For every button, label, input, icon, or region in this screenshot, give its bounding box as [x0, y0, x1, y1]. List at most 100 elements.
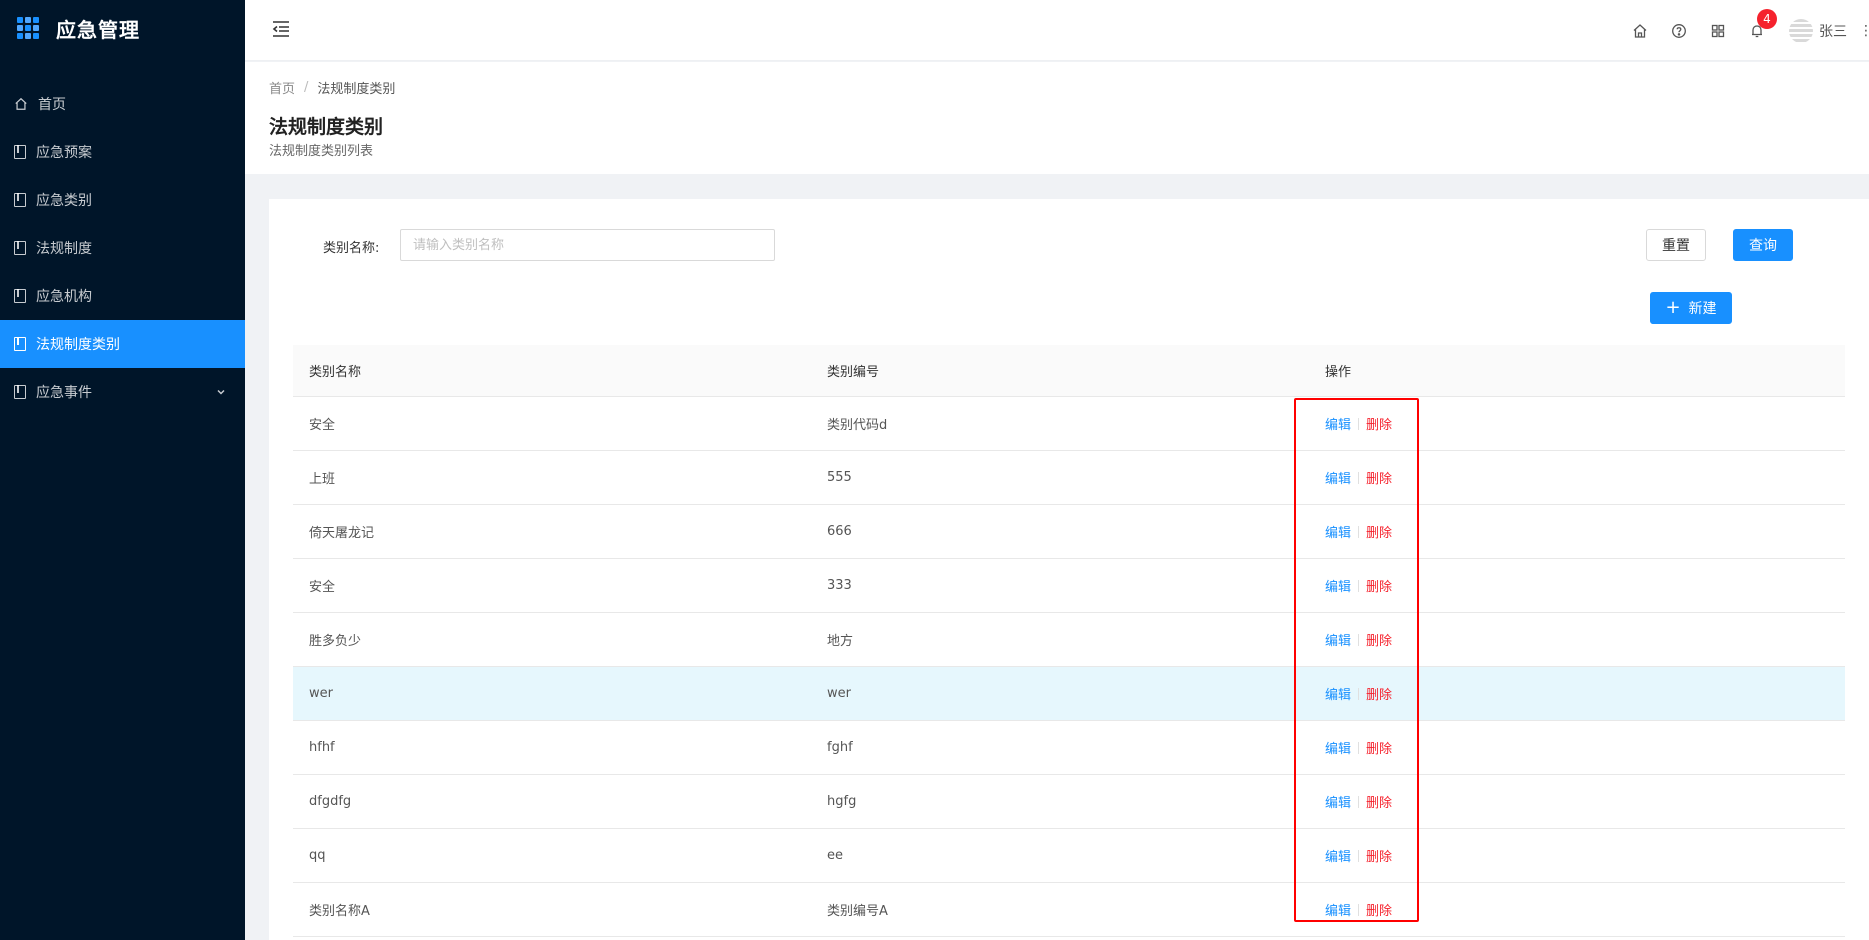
- app-logo[interactable]: 应急管理: [0, 0, 245, 56]
- cell-category-name: dfgdfg: [309, 794, 352, 809]
- category-name-label: 类别名称:: [323, 241, 380, 256]
- help-icon[interactable]: [1669, 21, 1689, 41]
- notification-bell-icon[interactable]: 4: [1747, 8, 1777, 41]
- cell-category-code: 666: [827, 524, 852, 539]
- file-icon: [14, 289, 26, 303]
- sidebar-item-label: 应急机构: [36, 289, 92, 305]
- edit-link[interactable]: 编辑: [1325, 846, 1351, 865]
- action-divider: [1358, 417, 1360, 430]
- table-row: 类别名称A 类别编号A 编辑 删除: [293, 883, 1845, 937]
- column-header-actions: 操作: [1325, 365, 1352, 380]
- chevron-down-icon: [217, 389, 225, 395]
- cell-category-code: ee: [827, 848, 843, 863]
- table-header: 类别名称 类别编号 操作: [293, 345, 1845, 397]
- delete-link[interactable]: 删除: [1366, 468, 1392, 487]
- home-icon[interactable]: [1630, 21, 1650, 41]
- table-row: 胜多负少 地方 编辑 删除: [293, 613, 1845, 667]
- cell-category-code: 555: [827, 470, 852, 485]
- action-divider: [1358, 687, 1360, 700]
- sidebar-item-label: 应急预案: [36, 145, 92, 161]
- delete-link[interactable]: 删除: [1366, 630, 1392, 649]
- table-row: hfhf fghf 编辑 删除: [293, 721, 1845, 775]
- apps-grid-icon[interactable]: [1708, 21, 1728, 41]
- cell-actions: 编辑 删除: [1309, 900, 1845, 919]
- reset-button[interactable]: 重置: [1646, 229, 1706, 261]
- category-name-input[interactable]: [400, 229, 775, 261]
- query-button[interactable]: 查询: [1733, 229, 1793, 261]
- cell-category-name: qq: [309, 848, 326, 863]
- more-options-icon[interactable]: ⋮: [1859, 23, 1869, 39]
- cell-category-name: 胜多负少: [309, 634, 362, 649]
- cell-category-name: 安全: [309, 580, 336, 595]
- edit-link[interactable]: 编辑: [1325, 738, 1351, 757]
- edit-link[interactable]: 编辑: [1325, 414, 1351, 433]
- file-icon: [14, 145, 26, 159]
- header-actions: 4 张三 ⋮: [1611, 0, 1869, 61]
- sidebar-item-emergency-event[interactable]: 应急事件: [0, 368, 245, 416]
- edit-link[interactable]: 编辑: [1325, 900, 1351, 919]
- action-divider: [1358, 849, 1360, 862]
- notification-badge: 4: [1757, 8, 1777, 29]
- delete-link[interactable]: 删除: [1366, 900, 1392, 919]
- cell-actions: 编辑 删除: [1309, 576, 1845, 595]
- column-header-code[interactable]: 类别编号: [811, 361, 1309, 380]
- delete-link[interactable]: 删除: [1366, 792, 1392, 811]
- content-card: 类别名称: 重置 查询 + 新建 类别名称 类别编号 操作 安全类别代码d编辑删…: [269, 199, 1869, 940]
- page-title: 法规制度类别: [269, 116, 384, 138]
- avatar[interactable]: [1789, 18, 1813, 43]
- cell-actions: 编辑 删除: [1309, 684, 1845, 703]
- table-row: wer wer 编辑 删除: [293, 667, 1845, 721]
- action-divider: [1358, 741, 1360, 754]
- cell-category-code: wer: [827, 686, 851, 701]
- edit-link[interactable]: 编辑: [1325, 522, 1351, 541]
- breadcrumb-separator: /: [304, 80, 309, 95]
- file-icon: [14, 337, 26, 351]
- delete-link[interactable]: 删除: [1366, 414, 1392, 433]
- sidebar-item-label: 法规制度: [36, 241, 92, 257]
- cell-category-code: hgfg: [827, 794, 857, 809]
- cell-actions: 编辑 删除: [1309, 414, 1845, 433]
- sidebar-item-home[interactable]: 首页: [0, 80, 245, 128]
- cell-category-name: 上班: [309, 472, 336, 487]
- edit-link[interactable]: 编辑: [1325, 630, 1351, 649]
- new-button[interactable]: + 新建: [1650, 292, 1732, 324]
- edit-link[interactable]: 编辑: [1325, 684, 1351, 703]
- table-row: 上班 555 编辑 删除: [293, 451, 1845, 505]
- menu-fold-icon[interactable]: [271, 20, 291, 38]
- column-header-name[interactable]: 类别名称: [293, 361, 811, 380]
- sidebar-item-label: 首页: [38, 97, 66, 113]
- sidebar-item-emergency-org[interactable]: 应急机构: [0, 272, 245, 320]
- delete-link[interactable]: 删除: [1366, 522, 1392, 541]
- app-title: 应急管理: [56, 17, 140, 42]
- delete-link[interactable]: 删除: [1366, 846, 1392, 865]
- sidebar-item-regulation-category[interactable]: 法规制度类别: [0, 320, 245, 368]
- cell-category-name: wer: [309, 686, 333, 701]
- cell-category-code: fghf: [827, 740, 853, 755]
- sidebar-item-regulations[interactable]: 法规制度: [0, 224, 245, 272]
- edit-link[interactable]: 编辑: [1325, 576, 1351, 595]
- delete-link[interactable]: 删除: [1366, 684, 1392, 703]
- file-icon: [14, 241, 26, 255]
- breadcrumb-home[interactable]: 首页: [269, 78, 295, 97]
- page-subtitle: 法规制度类别列表: [269, 144, 374, 159]
- sidebar-item-emergency-category[interactable]: 应急类别: [0, 176, 245, 224]
- action-divider: [1358, 471, 1360, 484]
- cell-actions: 编辑 删除: [1309, 846, 1845, 865]
- table-row: 倚天屠龙记 666 编辑 删除: [293, 505, 1845, 559]
- action-divider: [1358, 633, 1360, 646]
- sidebar-item-label: 应急事件: [36, 385, 92, 401]
- breadcrumb: 首页 / 法规制度类别: [269, 78, 395, 97]
- sidebar-item-emergency-plan[interactable]: 应急预案: [0, 128, 245, 176]
- table-row: qq ee 编辑 删除: [293, 829, 1845, 883]
- delete-link[interactable]: 删除: [1366, 738, 1392, 757]
- username[interactable]: 张三: [1819, 21, 1847, 41]
- delete-link[interactable]: 删除: [1366, 576, 1392, 595]
- edit-link[interactable]: 编辑: [1325, 468, 1351, 487]
- action-divider: [1358, 795, 1360, 808]
- new-button-label: 新建: [1688, 301, 1717, 317]
- page-header: 首页 / 法规制度类别 法规制度类别 法规制度类别列表: [245, 62, 1869, 174]
- sidebar-item-label: 应急类别: [36, 193, 92, 209]
- edit-link[interactable]: 编辑: [1325, 792, 1351, 811]
- top-header: 4 张三 ⋮: [245, 0, 1869, 61]
- cell-category-code: 类别编号A: [827, 904, 888, 919]
